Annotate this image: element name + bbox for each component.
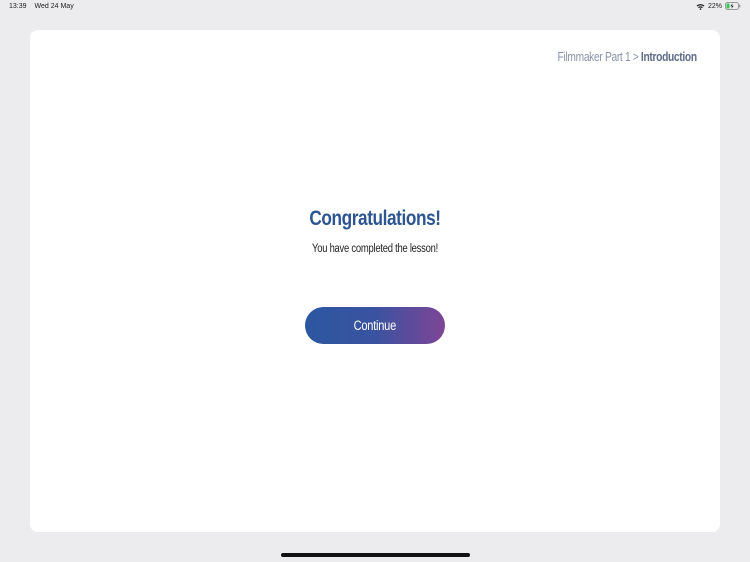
lesson-complete-card: Filmmaker Part 1 > Introduction Congratula… <box>30 30 720 532</box>
battery-percent: 22% <box>707 2 722 10</box>
status-left: 13:39 Wed 24 May <box>9 3 74 10</box>
status-bar: 13:39 Wed 24 May 22% <box>0 0 750 14</box>
breadcrumb-parent[interactable]: Filmmaker Part 1 <box>558 50 631 64</box>
continue-button-label: Continue <box>353 318 397 333</box>
breadcrumb-separator: > <box>633 50 639 64</box>
status-date: Wed 24 May <box>34 3 74 10</box>
page-title: Congratulations! <box>309 207 441 230</box>
home-indicator[interactable] <box>281 553 470 557</box>
continue-button[interactable]: Continue <box>305 307 445 344</box>
status-time: 13:39 <box>9 3 27 10</box>
battery-charging-icon <box>725 2 741 10</box>
breadcrumb: Filmmaker Part 1 > Introduction <box>558 50 698 64</box>
status-right: 22% <box>696 2 741 10</box>
wifi-icon <box>696 3 705 10</box>
breadcrumb-current: Introduction <box>641 50 697 64</box>
completion-message: You have completed the lesson! <box>312 243 438 255</box>
